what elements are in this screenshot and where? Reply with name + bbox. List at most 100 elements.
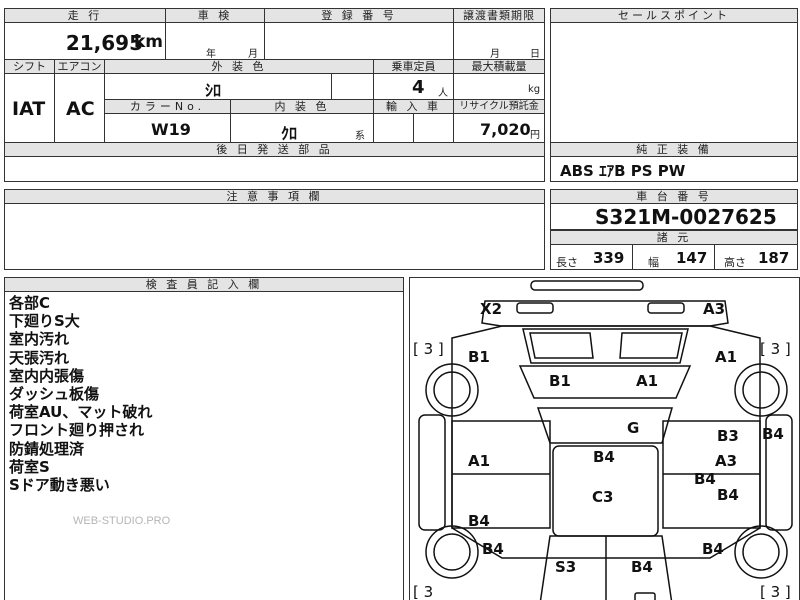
height-cell: 高さ 187 [714, 244, 798, 270]
inspection-header: 車 検 [165, 8, 265, 23]
interior-color-header: 内 装 色 [230, 99, 374, 114]
inspector-note-line: 天張汚れ [9, 348, 70, 367]
max-load-header: 最大積載量 [453, 59, 545, 74]
chassis-number-cell: S321M-0027625 [550, 203, 798, 230]
recycle-deposit-value: 7,020 [480, 120, 531, 139]
inspection-year-unit: 年 [206, 49, 216, 60]
mileage-value: 21,695 [65, 31, 143, 55]
damage-code-right-upper: B3 [717, 427, 739, 445]
capacity-header: 乗車定員 [373, 59, 454, 74]
watermark: WEB-STUDIO.PRO [73, 515, 171, 527]
inspector-note-line: Sドア動き悪い [9, 476, 110, 495]
tire-rear-left-label: [ 3 [413, 583, 434, 600]
inspector-note-line: 各部C [9, 294, 51, 312]
damage-code-rear-left: B4 [482, 540, 504, 558]
equipment-cell: ABS ｴｱB PS PW [550, 156, 798, 182]
inspector-note-line: フロント廻り押され [9, 421, 145, 440]
tire-rear-right-label: [ 3 ] [760, 583, 791, 600]
recycle-deposit-cell: 7,020 円 [453, 113, 545, 143]
registration-cell [264, 22, 454, 60]
inspection-cell: 年 月 [165, 22, 265, 60]
width-cell: 幅 147 [632, 244, 715, 270]
tire-front-left-label: [ 3 ] [413, 340, 444, 358]
recycle-deposit-header: リサイクル預託金 [453, 99, 545, 114]
mileage-header: 走 行 [4, 8, 166, 23]
damage-code-front-left: B1 [468, 348, 490, 366]
caution-header: 注 意 事 項 欄 [4, 189, 545, 204]
damage-code-right-side: B4 [762, 425, 784, 443]
damage-code-front-right: A1 [715, 348, 738, 366]
transfer-deadline-cell: 月 日 [453, 22, 545, 60]
length-label: 長さ [556, 256, 578, 269]
damage-code-glass: G [627, 419, 640, 437]
damage-code-right-lower: B4 [717, 486, 739, 504]
shift-header: シフト [4, 59, 55, 74]
inspector-note-line: 下廻りS大 [9, 312, 80, 331]
shift-cell: IAT [4, 73, 55, 143]
damage-code-left-lower: B4 [468, 512, 490, 530]
transfer-month-unit: 月 [490, 49, 500, 60]
exterior-color-cell: ｼﾛ [104, 73, 332, 100]
aircon-cell: AC [54, 73, 105, 143]
later-parts-cell [4, 156, 545, 182]
color-number-header: カラーNo. [104, 99, 231, 114]
max-load-unit: kg [528, 84, 541, 95]
capacity-cell: 4 人 [373, 73, 454, 100]
transfer-deadline-header: 譲渡書類期限 [453, 8, 545, 23]
inspector-note-line: 荷室AU、マット破れ [9, 403, 153, 422]
damage-code-roof-left: X2 [480, 300, 503, 318]
chassis-number-value: S321M-0027625 [595, 205, 777, 229]
tire-front-right-label: [ 3 ] [760, 340, 791, 358]
capacity-value: 4 [412, 77, 425, 98]
caution-cell [4, 203, 545, 270]
color-number-value: W19 [151, 120, 191, 139]
inspector-notes-list: 各部C 下廻りS大 室内汚れ 天張汚れ 室内内張傷 ダッシュ板傷 荷室AU、マット破れ フロン… [9, 294, 152, 494]
import-car-cell-a [373, 113, 414, 143]
capacity-unit: 人 [438, 88, 448, 99]
damage-code-right-mid2: B4 [694, 470, 716, 488]
width-label: 幅 [648, 256, 659, 269]
specs-header: 諸 元 [550, 230, 798, 245]
interior-color-value: ｸﾛ [281, 124, 298, 143]
mileage-unit: km [133, 32, 163, 52]
length-cell: 長さ 339 [550, 244, 633, 270]
damage-code-right-mid: A3 [715, 452, 738, 470]
inspector-notes-header: 検 査 員 記 入 欄 [4, 277, 404, 292]
damage-code-bottom-left: S3 [555, 558, 577, 576]
damage-code-left-door: A1 [468, 452, 491, 470]
inspector-note-line: 室内汚れ [9, 330, 70, 349]
import-car-header: 輸 入 車 [373, 99, 454, 114]
car-damage-diagram: [ 3 ] [ 3 ] [ 3 [ 3 ] X2 A3 B1 A1 B1 A1 … [409, 277, 800, 600]
recycle-deposit-unit: 円 [530, 130, 540, 141]
max-load-cell: kg [453, 73, 545, 100]
equipment-value: ABS ｴｱB PS PW [560, 162, 686, 180]
transfer-day-unit: 日 [530, 49, 540, 60]
inspector-note-line: 荷室S [9, 457, 50, 476]
chassis-number-header: 車 台 番 号 [550, 189, 798, 204]
inspector-notes-cell: 各部C 下廻りS大 室内汚れ 天張汚れ 室内内張傷 ダッシュ板傷 荷室AU、マット破れ フロン… [4, 291, 404, 600]
car-outline-drawing [418, 280, 793, 600]
damage-code-roof-right: A3 [703, 300, 726, 318]
aircon-header: エアコン [54, 59, 105, 74]
mileage-cell: 21,695 km [4, 22, 166, 60]
inspector-note-line: 防錆処理済 [9, 439, 85, 458]
exterior-color-value: ｼﾛ [205, 81, 222, 100]
interior-color-cell: ｸﾛ 系 [230, 113, 374, 143]
exterior-color-extra-cell [331, 73, 374, 100]
sales-point-cell [550, 22, 798, 143]
height-label: 高さ [724, 256, 746, 269]
import-car-cell-b [413, 113, 454, 143]
damage-code-hood-right: A1 [636, 372, 659, 390]
inspector-note-line: 室内内張傷 [9, 366, 85, 385]
registration-header: 登 録 番 号 [264, 8, 454, 23]
inspector-note-line: ダッシュ板傷 [9, 385, 100, 404]
aircon-value: AC [66, 98, 95, 120]
width-value: 147 [676, 249, 708, 267]
damage-code-roof-center: B4 [593, 448, 615, 466]
damage-code-hood-left: B1 [549, 372, 571, 390]
height-value: 187 [758, 249, 790, 267]
color-number-cell: W19 [104, 113, 231, 143]
sales-point-header: セールスポイント [550, 8, 798, 23]
interior-color-suffix: 系 [355, 131, 365, 142]
damage-code-center: C3 [592, 488, 614, 506]
